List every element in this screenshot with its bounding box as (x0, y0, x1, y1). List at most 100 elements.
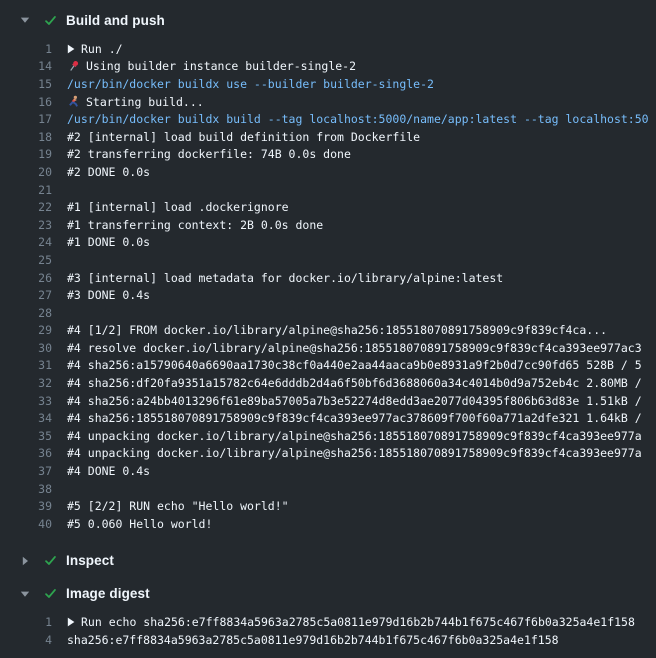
log-line: 14 Using builder instance builder-single-… (0, 58, 656, 76)
log-text: #2 DONE 0.0s (67, 165, 656, 179)
line-number[interactable]: 18 (0, 130, 52, 144)
line-number[interactable]: 14 (0, 59, 52, 73)
section-header-inspect[interactable]: Inspect (0, 551, 656, 571)
line-number[interactable]: 39 (0, 499, 52, 513)
log-text: #1 DONE 0.0s (67, 235, 656, 249)
line-number[interactable]: 37 (0, 464, 52, 478)
log-text-content: #4 unpacking docker.io/library/alpine@sh… (67, 429, 642, 443)
log-text-content: #4 sha256:df20fa9351a15782c64e6dddb2d4a6… (67, 376, 642, 390)
log-text-content: #4 resolve docker.io/library/alpine@sha2… (67, 341, 642, 355)
log-text: Starting build... (67, 95, 656, 109)
log-text: #4 unpacking docker.io/library/alpine@sh… (67, 446, 656, 460)
log-line: 1 Run ./ (0, 40, 656, 58)
log-text-content: /usr/bin/docker buildx build --tag local… (67, 112, 649, 126)
log-text: #4 [1/2] FROM docker.io/library/alpine@s… (67, 323, 656, 337)
log-text-content: #1 transferring context: 2B 0.0s done (67, 218, 323, 232)
log-line: 23 #1 transferring context: 2B 0.0s done (0, 216, 656, 234)
line-number[interactable]: 31 (0, 358, 52, 372)
log-line: 20 #2 DONE 0.0s (0, 163, 656, 181)
log-text: #4 sha256:185518070891758909c9f839cf4ca3… (67, 411, 656, 425)
line-number[interactable]: 1 (0, 42, 52, 56)
log-line: 17/usr/bin/docker buildx build --tag loc… (0, 110, 656, 128)
log-line: 26 #3 [internal] load metadata for docker… (0, 269, 656, 287)
log-text: #1 [internal] load .dockerignore (67, 200, 656, 214)
line-number[interactable]: 22 (0, 200, 52, 214)
log-text-content: #2 transferring dockerfile: 74B 0.0s don… (67, 147, 351, 161)
line-number[interactable]: 32 (0, 376, 52, 390)
log-text: #4 sha256:a24bb4013296f61e89ba57005a7b3e… (67, 394, 656, 408)
log-text: #3 DONE 0.4s (67, 288, 656, 302)
log-line: 30 #4 resolve docker.io/library/alpine@sh… (0, 339, 656, 357)
log-line: 36 #4 unpacking docker.io/library/alpine@… (0, 445, 656, 463)
log-text: #2 [internal] load build definition from… (67, 130, 656, 144)
line-number[interactable]: 24 (0, 235, 52, 249)
log-text: Run echo sha256:e7ff8834a5963a2785c5a081… (67, 615, 656, 629)
log-text: #3 [internal] load metadata for docker.i… (67, 271, 656, 285)
log-text-content: sha256:e7ff8834a5963a2785c5a0811e979d16b… (67, 633, 559, 647)
log-text-content: #4 [1/2] FROM docker.io/library/alpine@s… (67, 323, 607, 337)
line-number[interactable]: 21 (0, 183, 52, 197)
line-number[interactable]: 28 (0, 306, 52, 320)
log-line: 40 #5 0.060 Hello world! (0, 515, 656, 533)
chevron-down-icon[interactable] (20, 589, 31, 599)
pushpin-icon (67, 60, 80, 73)
log-text-content: Using builder instance builder-single-2 (86, 59, 356, 73)
log-text-content: #2 DONE 0.0s (67, 165, 150, 179)
line-number[interactable]: 20 (0, 165, 52, 179)
log-text-content: Run echo sha256:e7ff8834a5963a2785c5a081… (81, 615, 635, 629)
log-text: sha256:e7ff8834a5963a2785c5a0811e979d16b… (67, 633, 656, 647)
log-text: #5 [2/2] RUN echo "Hello world!" (67, 499, 656, 513)
log-text-content: #4 sha256:a24bb4013296f61e89ba57005a7b3e… (67, 394, 642, 408)
log-section-build-and-push: Build and push 1 Run ./ 14 Using builder ins… (0, 10, 656, 541)
line-number[interactable]: 30 (0, 341, 52, 355)
line-number[interactable]: 15 (0, 77, 52, 91)
log-line: 35 #4 unpacking docker.io/library/alpine@… (0, 427, 656, 445)
line-number[interactable]: 29 (0, 323, 52, 337)
check-icon (44, 554, 57, 567)
section-header-build-and-push[interactable]: Build and push (0, 10, 656, 30)
run-arrow-icon[interactable] (67, 617, 75, 627)
line-number[interactable]: 27 (0, 288, 52, 302)
log-text: #4 unpacking docker.io/library/alpine@sh… (67, 429, 656, 443)
log-line: 38 (0, 480, 656, 498)
line-number[interactable]: 19 (0, 147, 52, 161)
section-header-image-digest[interactable]: Image digest (0, 584, 656, 604)
check-icon (44, 14, 57, 27)
log-section-inspect: Inspect (0, 551, 656, 571)
log-line: 16 Starting build... (0, 93, 656, 111)
log-text: #2 transferring dockerfile: 74B 0.0s don… (67, 147, 656, 161)
log-text: #5 0.060 Hello world! (67, 517, 656, 531)
line-number[interactable]: 34 (0, 411, 52, 425)
log-line: 27 #3 DONE 0.4s (0, 286, 656, 304)
line-number[interactable]: 23 (0, 218, 52, 232)
log-line: 39 #5 [2/2] RUN echo "Hello world!" (0, 497, 656, 515)
line-number[interactable]: 36 (0, 446, 52, 460)
log-text-content: #4 unpacking docker.io/library/alpine@sh… (67, 446, 642, 460)
log-text-content: /usr/bin/docker buildx use --builder bui… (67, 77, 434, 91)
line-number[interactable]: 17 (0, 112, 52, 126)
line-number[interactable]: 1 (0, 615, 52, 629)
line-number[interactable]: 40 (0, 517, 52, 531)
log-line: 37#4 DONE 0.4s (0, 462, 656, 480)
line-number[interactable]: 4 (0, 633, 52, 647)
chevron-down-icon[interactable] (20, 15, 31, 25)
log-line: 32 #4 sha256:df20fa9351a15782c64e6dddb2d4… (0, 374, 656, 392)
log-text-content: Run ./ (81, 42, 123, 56)
line-number[interactable]: 35 (0, 429, 52, 443)
line-number[interactable]: 25 (0, 253, 52, 267)
run-arrow-icon[interactable] (67, 44, 75, 54)
log-text: #4 sha256:df20fa9351a15782c64e6dddb2d4a6… (67, 376, 656, 390)
chevron-right-icon[interactable] (20, 556, 31, 566)
log-line: 29 #4 [1/2] FROM docker.io/library/alpine… (0, 322, 656, 340)
log-line: 22 #1 [internal] load .dockerignore (0, 198, 656, 216)
line-number[interactable]: 26 (0, 271, 52, 285)
line-number[interactable]: 38 (0, 482, 52, 496)
runner-icon (67, 95, 80, 108)
log-lines-image-digest: 1 Run echo sha256:e7ff8834a5963a2785c5a08… (0, 604, 656, 657)
line-number[interactable]: 16 (0, 95, 52, 109)
log-line: 4 sha256:e7ff8834a5963a2785c5a0811e979d16… (0, 631, 656, 649)
line-number[interactable]: 33 (0, 394, 52, 408)
section-title: Inspect (66, 553, 114, 568)
log-line: 1 Run echo sha256:e7ff8834a5963a2785c5a08… (0, 614, 656, 632)
log-line: 19 #2 transferring dockerfile: 74B 0.0s d… (0, 146, 656, 164)
